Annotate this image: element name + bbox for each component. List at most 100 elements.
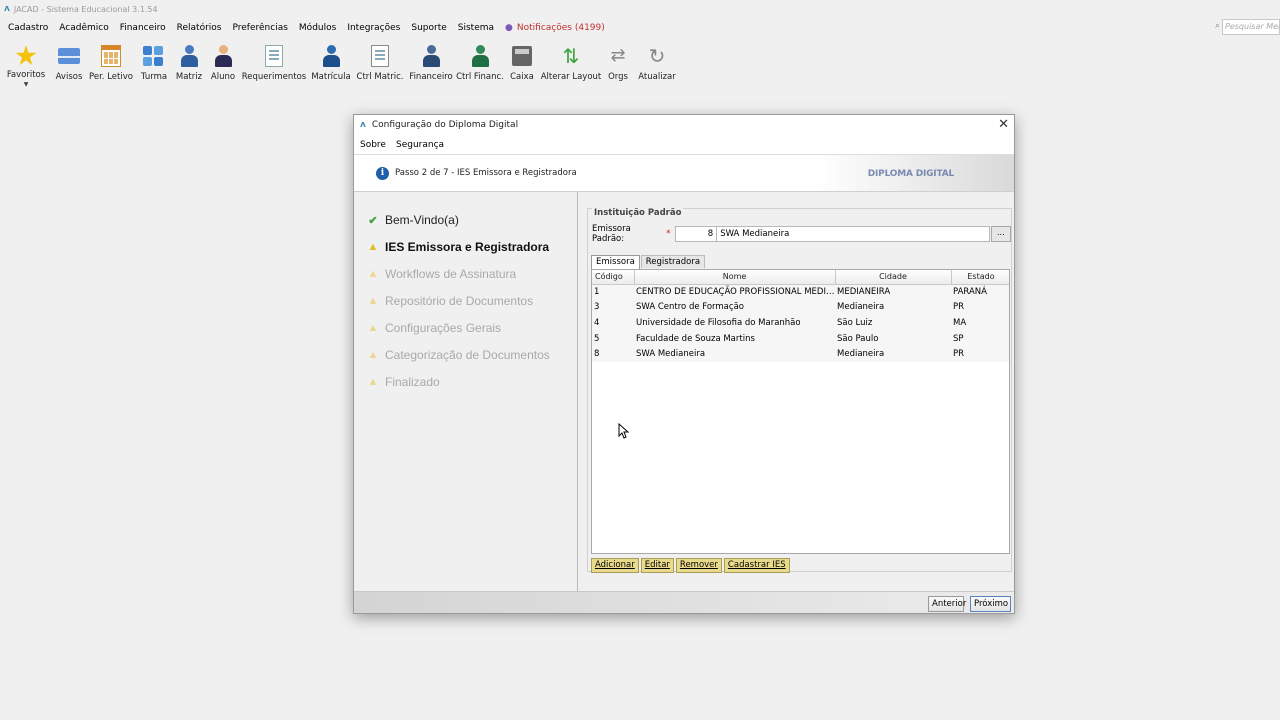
matricula-label: Matrícula [311,72,351,82]
notifications-menu[interactable]: ● Notificações (4199) [505,23,605,33]
menu-integracoes[interactable]: Integrações [347,23,400,33]
avisos-button[interactable]: Avisos [52,44,86,82]
cell-codigo: 3 [592,299,634,316]
table-row[interactable]: 5 Faculdade de Souza Martins São Paulo S… [592,330,1009,347]
step-label: Categorização de Documentos [385,348,550,362]
table-row[interactable]: 3 SWA Centro de Formação Medianeira PR [592,299,1009,316]
warning-icon: ▲ [367,376,379,388]
orgs-button[interactable]: ⇄ Orgs [602,44,634,82]
step-info: Passo 2 de 7 - IES Emissora e Registrado… [395,168,577,178]
browse-button[interactable]: ... [990,226,1011,242]
step-workflows: ▲ Workflows de Assinatura [366,267,517,281]
menu-financeiro[interactable]: Financeiro [120,23,166,33]
cell-estado: PR [951,346,1009,362]
ctrl-matric-label: Ctrl Matric. [356,72,404,82]
toolbar: Favoritos ▼ Avisos Per. Letivo Turma Mat… [0,44,680,96]
column-header[interactable]: Estado [951,270,1009,285]
cell-codigo: 5 [592,330,634,347]
ctrl-matric-button[interactable]: Ctrl Matric. [354,44,406,82]
financeiro-button[interactable]: Financeiro [406,44,456,82]
per-letivo-label: Per. Letivo [89,72,133,82]
menu-relatorios[interactable]: Relatórios [177,23,222,33]
enrollment-icon [319,44,343,68]
step-categorizacao: ▲ Categorização de Documentos [366,348,550,362]
finance-control-icon [468,44,492,68]
requerimentos-button[interactable]: Requerimentos [240,44,308,82]
request-document-icon [262,44,286,68]
emissora-name-input[interactable]: SWA Medianeira [717,226,990,242]
menu-cadastro[interactable]: Cadastro [8,23,48,33]
cash-register-icon [510,44,534,68]
turma-label: Turma [140,72,168,82]
atualizar-button[interactable]: ↻ Atualizar [634,44,680,82]
app-logo-icon: ʌ [4,4,10,14]
column-header[interactable]: Nome [634,270,836,285]
menu-academico[interactable]: Acadêmico [59,23,108,33]
step-label: IES Emissora e Registradora [385,240,550,254]
avisos-label: Avisos [55,72,83,82]
matricula-button[interactable]: Matrícula [308,44,354,82]
table-row[interactable]: 1 CENTRO DE EDUCAÇÃO PROFISSIONAL MEDIAN… [592,284,1009,300]
menu-modulos[interactable]: Módulos [299,23,336,33]
menu-suporte[interactable]: Suporte [411,23,446,33]
financeiro-label: Financeiro [409,72,453,82]
cell-nome: Universidade de Filosofia do Maranhão [634,315,835,331]
dialog-logo-icon: ʌ [360,120,366,130]
turma-button[interactable]: Turma [136,44,172,82]
emissora-code-input[interactable]: 8 [674,226,718,242]
step-label: Workflows de Assinatura [385,267,517,281]
step-label: Finalizado [385,375,440,389]
wizard-steps: ✔ Bem-Vindo(a) ▲ IES Emissora e Registra… [354,192,578,591]
caixa-button[interactable]: Caixa [504,44,540,82]
per-letivo-button[interactable]: Per. Letivo [86,44,136,82]
dialog-footer: Anterior Próximo [354,591,1014,613]
adicionar-button[interactable]: Adicionar [591,558,639,573]
search-icon: ⌕ [1214,21,1220,31]
instituicao-padrao-group: Instituição Padrão Emissora Padrão: * 8 … [587,208,1012,573]
finance-person-icon [419,44,443,68]
editar-button[interactable]: Editar [640,558,674,573]
favoritos-label: Favoritos [6,70,46,80]
cell-cidade: Medianeira [835,346,951,362]
info-icon: i [376,166,389,180]
remover-button[interactable]: Remover [675,558,722,573]
table-row[interactable]: 4 Universidade de Filosofia do Maranhão … [592,315,1009,331]
cell-cidade: Medianeira [835,299,951,316]
tab-emissora[interactable]: Emissora [591,255,640,269]
cell-nome: SWA Medianeira [634,346,835,362]
close-icon[interactable]: ✕ [998,117,1009,132]
table-row[interactable]: 8 SWA Medianeira Medianeira PR [592,346,1009,362]
emissora-padrao-label: Emissora Padrão: [592,224,631,244]
column-header[interactable]: Código [592,270,635,285]
notifications-label: Notificações (4199) [516,23,605,33]
aluno-button[interactable]: Aluno [206,44,240,82]
search-menu-input[interactable]: Pesquisar Menu [1222,19,1280,35]
tab-registradora[interactable]: Registradora [640,255,706,268]
menu-sistema[interactable]: Sistema [458,23,494,33]
menu-preferencias[interactable]: Preferências [233,23,288,33]
favoritos-button[interactable]: Favoritos ▼ [0,44,52,88]
cell-cidade: MEDIANEIRA [835,284,951,300]
cadastrar-ies-button[interactable]: Cadastrar IES [723,558,790,573]
menu-seguranca[interactable]: Segurança [396,140,444,150]
column-header[interactable]: Cidade [835,270,952,285]
step-configuracoes: ▲ Configurações Gerais [366,321,502,335]
proximo-button[interactable]: Próximo [970,596,1011,612]
alterar-layout-button[interactable]: ⇅ Alterar Layout [540,44,602,82]
calendar-icon [99,44,123,68]
search-document-icon [368,44,392,68]
warning-icon: ▲ [367,268,379,280]
step-ies-emissora: ▲ IES Emissora e Registradora [366,240,550,254]
matriz-button[interactable]: Matriz [172,44,206,82]
anterior-button[interactable]: Anterior [928,596,966,612]
ctrl-financ-button[interactable]: Ctrl Financ. [456,44,504,82]
cell-codigo: 8 [592,346,634,362]
refresh-icon: ↻ [648,44,666,68]
classroom-icon [142,44,166,68]
diploma-config-dialog: ʌ Configuração do Diploma Digital ✕ Sobr… [353,114,1015,614]
cell-nome: SWA Centro de Formação [634,299,835,316]
step-label: Configurações Gerais [385,321,502,335]
alterar-layout-label: Alterar Layout [540,72,602,82]
menu-sobre[interactable]: Sobre [360,140,386,150]
matriz-label: Matriz [175,72,203,82]
